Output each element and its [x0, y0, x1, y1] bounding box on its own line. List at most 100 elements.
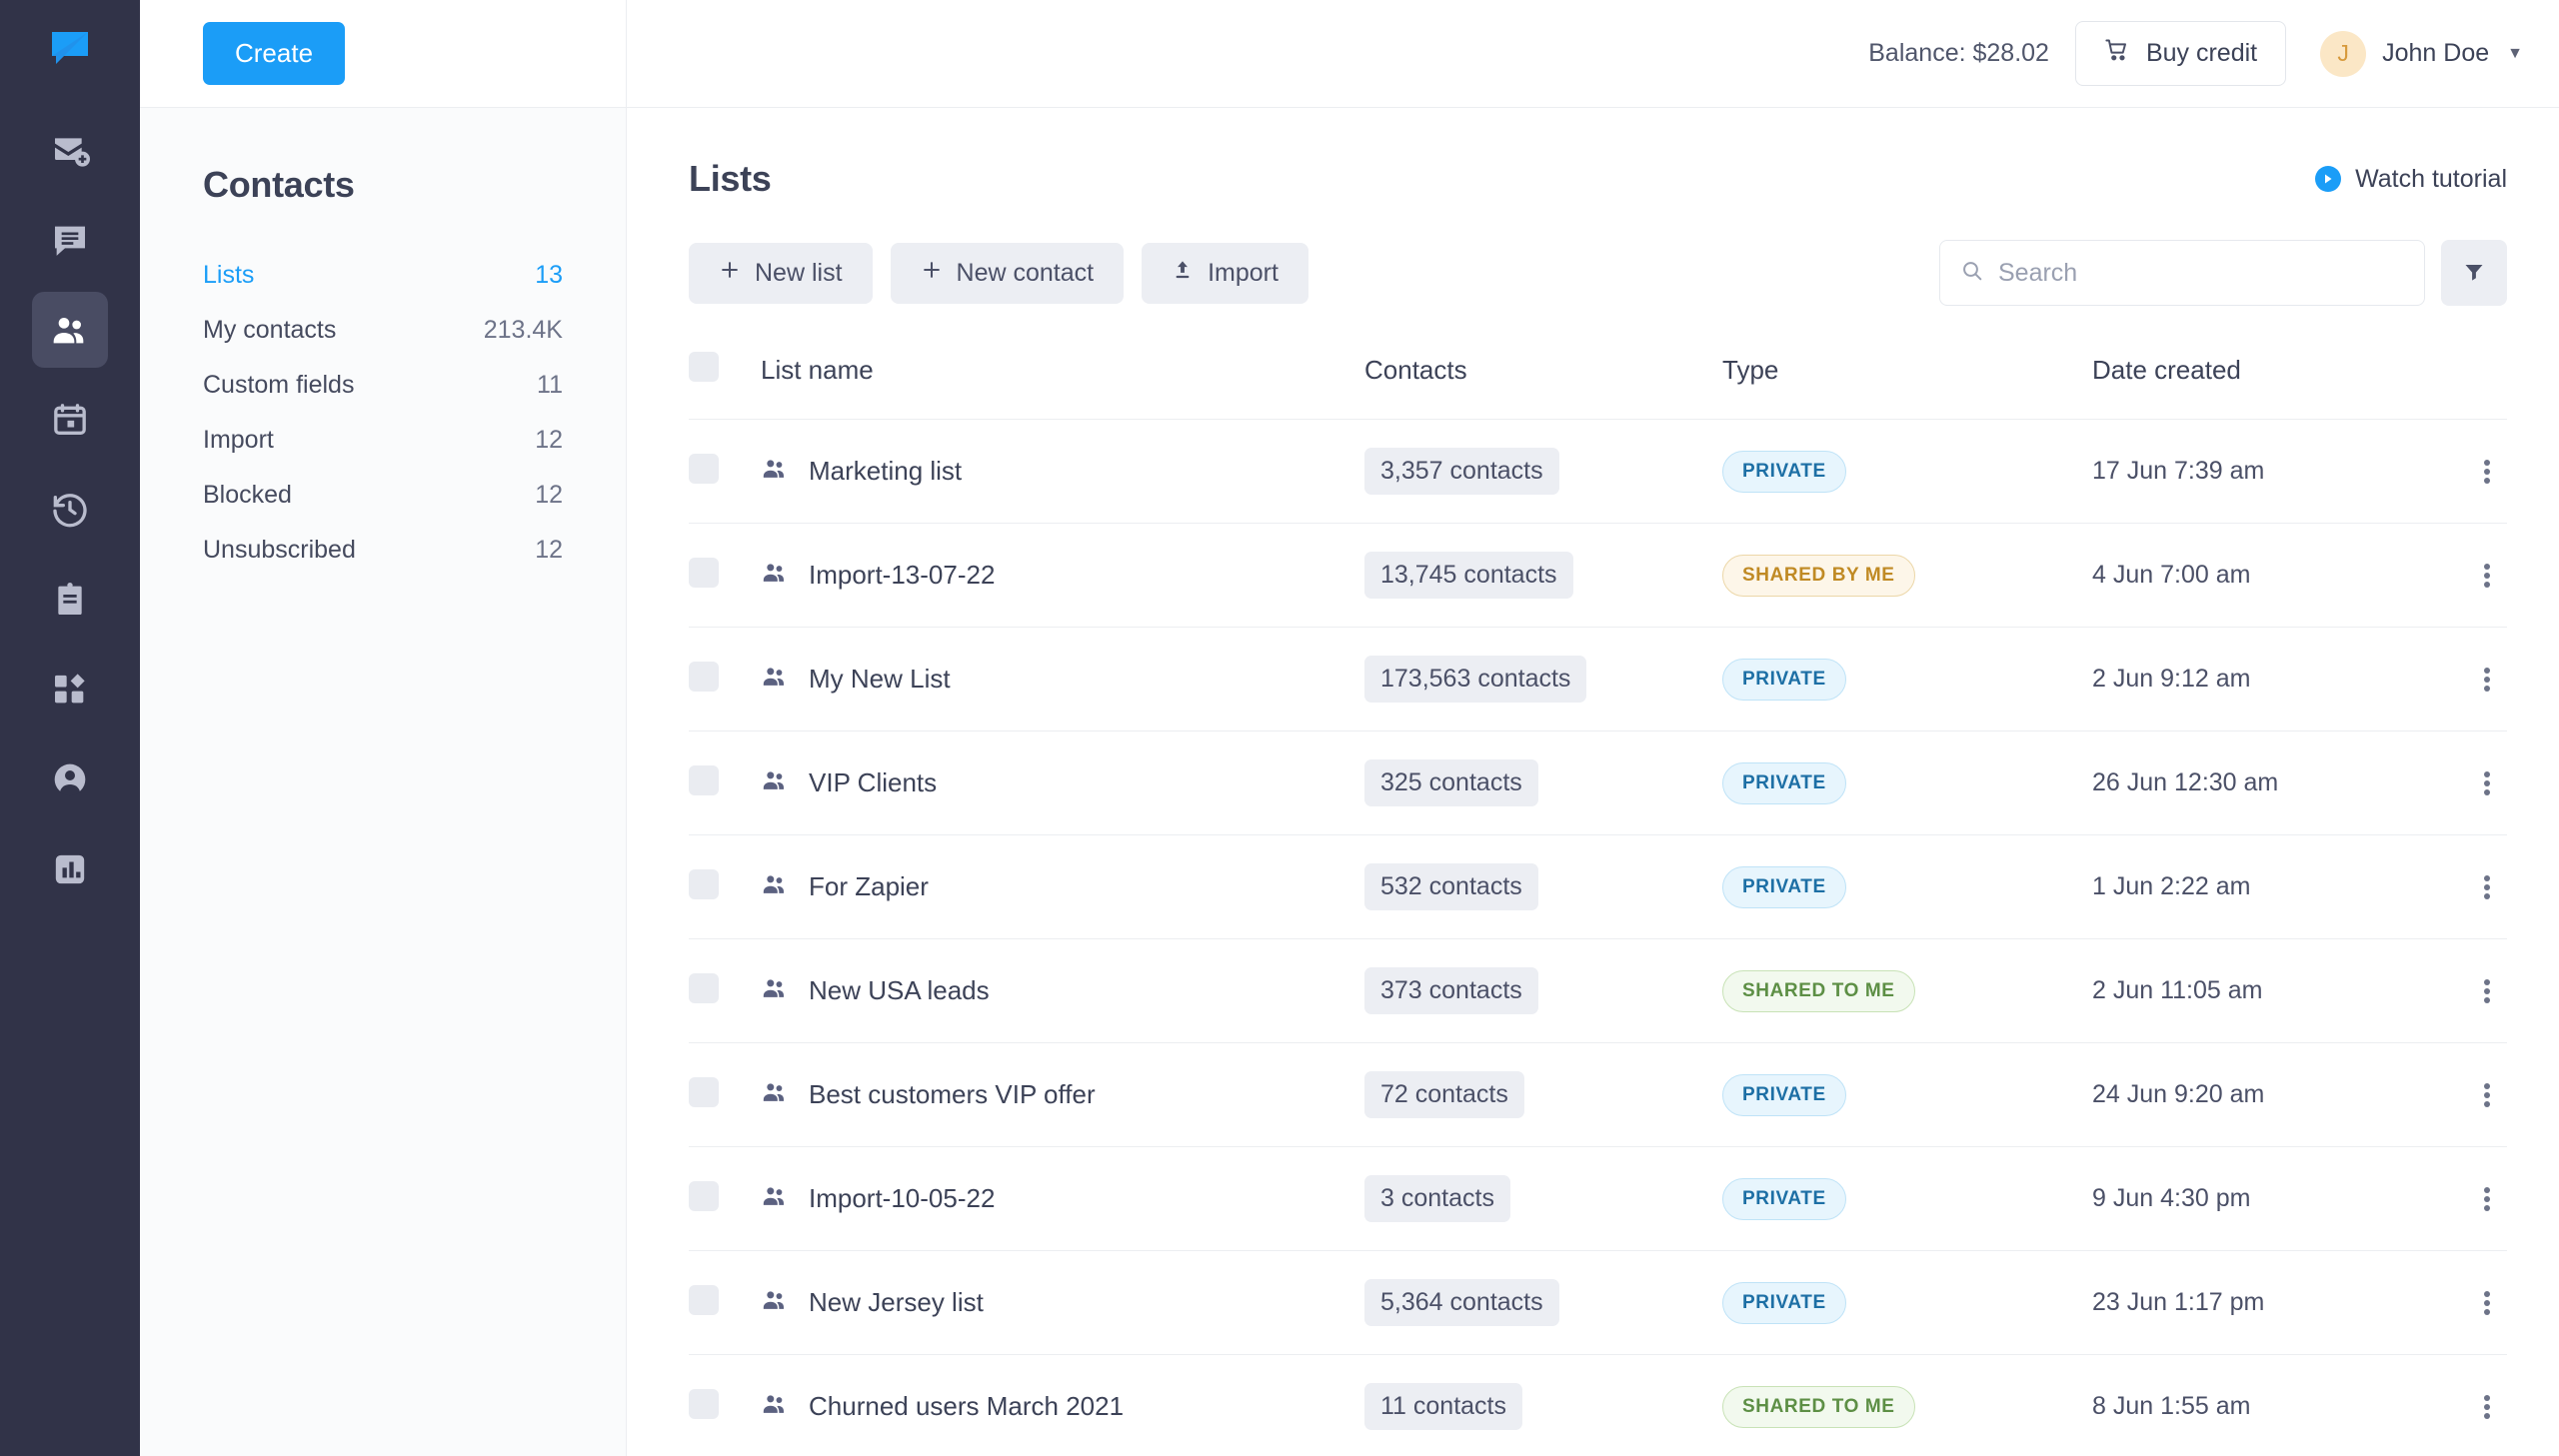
row-actions-cell — [2427, 1042, 2507, 1147]
chevron-down-icon: ▼ — [2507, 44, 2523, 62]
rail-item-account[interactable] — [32, 741, 108, 817]
rail-item-templates[interactable] — [32, 562, 108, 638]
user-menu[interactable]: J John Doe ▼ — [2320, 30, 2523, 77]
sidebar-item-count: 213.4K — [483, 316, 563, 344]
row-menu-button[interactable] — [2467, 1179, 2507, 1219]
status-badge: SHARED TO ME — [1722, 969, 1915, 1012]
row-menu-button[interactable] — [2467, 452, 2507, 492]
header-list-name[interactable]: List name — [761, 352, 1364, 420]
table-row[interactable]: New Jersey list 5,364 contacts PRIVATE 23 J… — [689, 1250, 2507, 1355]
sidebar-item-import[interactable]: Import 12 — [203, 413, 563, 468]
contacts-count-pill: 3 contacts — [1364, 1175, 1510, 1222]
row-checkbox[interactable] — [689, 1181, 719, 1211]
table-row[interactable]: Import-10-05-22 3 contacts PRIVATE 9 Jun 4:… — [689, 1146, 2507, 1251]
row-checkbox[interactable] — [689, 973, 719, 1003]
rail-item-analytics[interactable] — [32, 831, 108, 907]
row-contacts-cell: 5,364 contacts — [1364, 1250, 1722, 1355]
row-actions-cell — [2427, 1146, 2507, 1251]
sidebar-item-unsubscribed[interactable]: Unsubscribed 12 — [203, 523, 563, 578]
row-menu-button[interactable] — [2467, 660, 2507, 700]
row-checkbox[interactable] — [689, 765, 719, 795]
sidebar-item-my-contacts[interactable]: My contacts 213.4K — [203, 303, 563, 358]
status-badge: PRIVATE — [1722, 761, 1846, 804]
header-actions — [2427, 352, 2507, 420]
table-row[interactable]: VIP Clients 325 contacts PRIVATE 26 Jun 12:… — [689, 730, 2507, 835]
people-icon — [761, 1390, 789, 1423]
sidebar-item-lists[interactable]: Lists 13 — [203, 248, 563, 303]
row-type-cell: SHARED TO ME — [1722, 938, 2092, 1043]
import-button[interactable]: Import — [1142, 242, 1308, 304]
row-contacts-cell: 373 contacts — [1364, 938, 1722, 1043]
new-contact-label: New contact — [956, 258, 1095, 287]
rail-item-messages[interactable] — [32, 202, 108, 278]
clipboard-icon — [50, 580, 90, 620]
contacts-count-pill: 13,745 contacts — [1364, 552, 1573, 599]
sidebar-item-label: Import — [203, 426, 274, 454]
buy-credit-button[interactable]: Buy credit — [2074, 21, 2287, 86]
filter-button[interactable] — [2441, 240, 2507, 306]
row-actions-cell — [2427, 419, 2507, 524]
row-checkbox[interactable] — [689, 558, 719, 588]
row-checkbox[interactable] — [689, 869, 719, 899]
row-menu-button[interactable] — [2467, 867, 2507, 907]
rail-item-contacts[interactable] — [32, 292, 108, 368]
new-list-button[interactable]: New list — [689, 242, 873, 304]
row-actions-cell — [2427, 730, 2507, 835]
row-actions-cell — [2427, 1250, 2507, 1355]
page-content: Lists Watch tutorial New list New contac… — [627, 108, 2559, 1456]
header-date-created[interactable]: Date created — [2092, 352, 2427, 420]
sidebar-item-blocked[interactable]: Blocked 12 — [203, 468, 563, 523]
row-menu-button[interactable] — [2467, 763, 2507, 803]
table-header: List name Contacts Type Date created — [689, 352, 2507, 420]
rail-item-integrations[interactable] — [32, 652, 108, 728]
header-type[interactable]: Type — [1722, 352, 2092, 420]
row-checkbox[interactable] — [689, 1077, 719, 1107]
table-row[interactable]: New USA leads 373 contacts SHARED TO ME 2 J… — [689, 938, 2507, 1043]
plus-icon — [921, 259, 943, 288]
balance-text: Balance: $28.02 — [1868, 39, 2049, 67]
search-box[interactable] — [1939, 240, 2425, 306]
status-badge: SHARED TO ME — [1722, 1385, 1915, 1428]
watch-tutorial-label: Watch tutorial — [2355, 164, 2507, 193]
date-created: 9 Jun 4:30 pm — [2092, 1184, 2251, 1212]
create-button[interactable]: Create — [203, 22, 346, 85]
avatar: J — [2320, 30, 2367, 77]
row-select-cell — [689, 834, 761, 939]
select-all-checkbox[interactable] — [689, 352, 719, 382]
row-date-cell: 8 Jun 1:55 am — [2092, 1354, 2427, 1456]
table-row[interactable]: Churned users March 2021 11 contacts SHARE… — [689, 1354, 2507, 1456]
rail-item-campaigns[interactable] — [32, 112, 108, 188]
toolbar: New list New contact Import Search — [689, 240, 2507, 306]
watch-tutorial-link[interactable]: Watch tutorial — [2315, 165, 2507, 194]
people-icon — [761, 1286, 789, 1319]
row-checkbox[interactable] — [689, 1389, 719, 1419]
search-icon — [1960, 259, 1984, 288]
sidebar-item-custom-fields[interactable]: Custom fields 11 — [203, 358, 563, 413]
upload-icon — [1172, 259, 1194, 288]
row-checkbox[interactable] — [689, 454, 719, 484]
table-row[interactable]: Marketing list 3,357 contacts PRIVATE 17 Ju… — [689, 419, 2507, 524]
row-date-cell: 23 Jun 1:17 pm — [2092, 1250, 2427, 1355]
row-checkbox[interactable] — [689, 662, 719, 692]
status-badge: SHARED BY ME — [1722, 554, 1915, 597]
row-menu-button[interactable] — [2467, 556, 2507, 596]
search-input[interactable] — [1998, 258, 2404, 288]
row-menu-button[interactable] — [2467, 1075, 2507, 1115]
table-row[interactable]: For Zapier 532 contacts PRIVATE 1 Jun 2:22 … — [689, 834, 2507, 939]
table-row[interactable]: My New List 173,563 contacts PRIVATE 2 Jun … — [689, 627, 2507, 731]
row-menu-button[interactable] — [2467, 1387, 2507, 1427]
chat-bubble-logo[interactable] — [36, 14, 104, 82]
play-icon — [2315, 166, 2342, 192]
row-menu-button[interactable] — [2467, 971, 2507, 1011]
row-checkbox[interactable] — [689, 1285, 719, 1315]
rail-item-calendar[interactable] — [32, 382, 108, 458]
header-contacts[interactable]: Contacts — [1364, 352, 1722, 420]
new-contact-button[interactable]: New contact — [890, 242, 1125, 304]
toolbar-actions: New list New contact Import — [689, 242, 1308, 304]
row-name-cell: New Jersey list — [761, 1250, 1364, 1355]
table-row[interactable]: Import-13-07-22 13,745 contacts SHARED BY … — [689, 523, 2507, 628]
table-row[interactable]: Best customers VIP offer 72 contacts PRIVA… — [689, 1042, 2507, 1147]
row-contacts-cell: 532 contacts — [1364, 834, 1722, 939]
rail-item-history[interactable] — [32, 472, 108, 548]
row-menu-button[interactable] — [2467, 1283, 2507, 1323]
